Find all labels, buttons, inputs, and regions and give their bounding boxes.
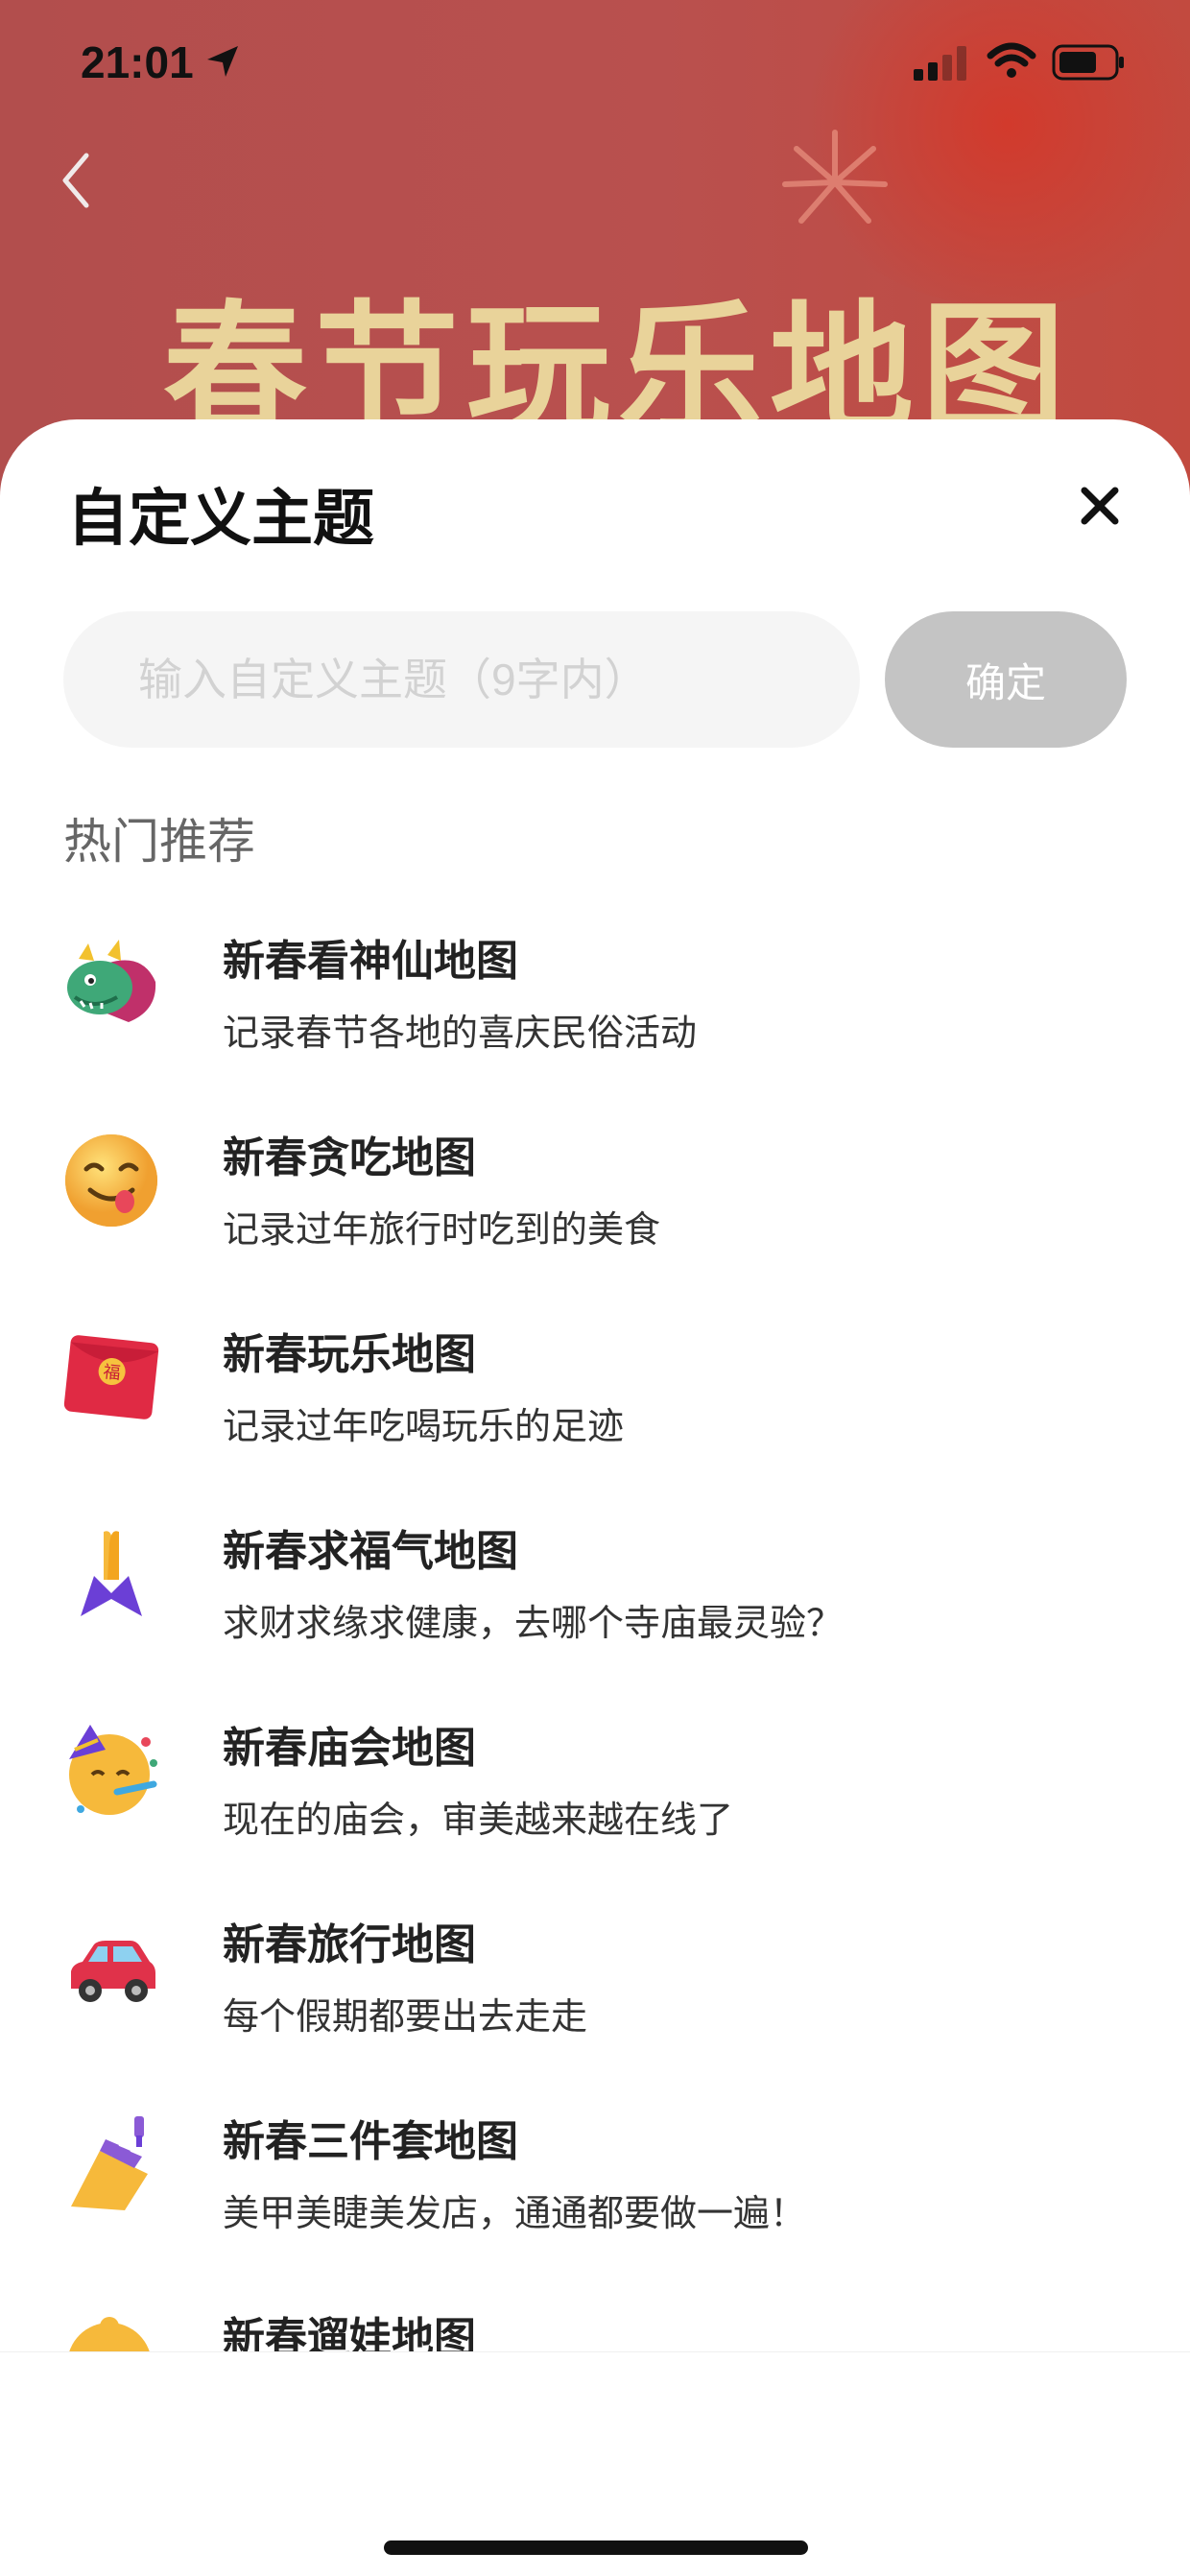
list-item[interactable]: 新春三件套地图 美甲美睫美发店，通通都要做一遍！ bbox=[0, 2107, 1190, 2299]
home-indicator[interactable] bbox=[384, 2540, 808, 2555]
cellular-signal-icon bbox=[914, 46, 966, 81]
list-item[interactable]: 新春看神仙地图 记录春节各地的喜庆民俗活动 bbox=[0, 926, 1190, 1118]
baby-icon bbox=[68, 2317, 151, 2352]
item-title: 新春玩乐地图 bbox=[223, 1331, 476, 1378]
status-time: 21:01 bbox=[81, 37, 194, 87]
item-title: 新春遛娃地图 bbox=[223, 2315, 476, 2352]
red-envelope-icon: 福 bbox=[63, 1335, 159, 1419]
item-subtitle: 记录过年旅行时吃到的美食 bbox=[223, 1210, 661, 1251]
item-title: 新春看神仙地图 bbox=[223, 938, 518, 985]
battery-icon bbox=[1052, 44, 1124, 81]
party-face-icon bbox=[69, 1725, 157, 1815]
dragon-icon bbox=[67, 940, 156, 1022]
car-icon bbox=[71, 1941, 155, 2002]
recommend-list: 新春看神仙地图 记录春节各地的喜庆民俗活动 新春贪吃地图 记录过年旅行时吃到的美… bbox=[0, 926, 1190, 2352]
list-item[interactable]: 新春庙会地图 现在的庙会，审美越来越在线了 bbox=[0, 1713, 1190, 1905]
item-subtitle: 求财求缘求健康，去哪个寺庙最灵验？ bbox=[223, 1604, 844, 1644]
nail-polish-icon bbox=[71, 2116, 148, 2210]
item-title: 新春求福气地图 bbox=[223, 1528, 518, 1575]
item-subtitle: 美甲美睫美发店，通通都要做一遍！ bbox=[223, 2194, 807, 2234]
list-item[interactable]: 福 新春玩乐地图 记录过年吃喝玩乐的足迹 bbox=[0, 1320, 1190, 1512]
item-subtitle: 记录春节各地的喜庆民俗活动 bbox=[223, 1014, 698, 1054]
item-title: 新春旅行地图 bbox=[223, 1921, 476, 1968]
close-icon[interactable] bbox=[1079, 485, 1121, 527]
sheet-title: 自定义主题 bbox=[67, 484, 374, 553]
firework-icon bbox=[782, 130, 888, 224]
item-subtitle: 记录过年吃喝玩乐的足迹 bbox=[223, 1407, 625, 1447]
list-item[interactable]: 新春贪吃地图 记录过年旅行时吃到的美食 bbox=[0, 1123, 1190, 1315]
item-title: 新春三件套地图 bbox=[223, 2118, 518, 2165]
list-item[interactable]: 新春旅行地图 每个假期都要出去走走 bbox=[0, 1910, 1190, 2102]
praying-hands-icon bbox=[81, 1531, 142, 1616]
svg-text:福: 福 bbox=[102, 1362, 121, 1384]
item-subtitle: 每个假期都要出去走走 bbox=[223, 1997, 588, 2038]
back-chevron-icon[interactable] bbox=[60, 152, 92, 209]
item-title: 新春贪吃地图 bbox=[223, 1134, 476, 1181]
list-item[interactable]: 新春遛娃地图 bbox=[0, 2303, 1190, 2352]
custom-theme-sheet: 自定义主题 确定 热门推荐 新春看神仙地图 记录春节各地的喜庆民俗活动 bbox=[0, 419, 1190, 2576]
item-subtitle: 现在的庙会，审美越来越在线了 bbox=[223, 1801, 734, 1841]
list-item[interactable]: 新春求福气地图 求财求缘求健康，去哪个寺庙最灵验？ bbox=[0, 1516, 1190, 1708]
location-arrow-icon bbox=[207, 46, 238, 77]
confirm-button[interactable]: 确定 bbox=[885, 611, 1127, 748]
item-title: 新春庙会地图 bbox=[223, 1725, 476, 1772]
wifi-icon bbox=[987, 42, 1036, 78]
hot-recommend-heading: 热门推荐 bbox=[63, 815, 255, 869]
yum-face-icon bbox=[65, 1134, 157, 1227]
custom-theme-input[interactable] bbox=[63, 611, 860, 748]
